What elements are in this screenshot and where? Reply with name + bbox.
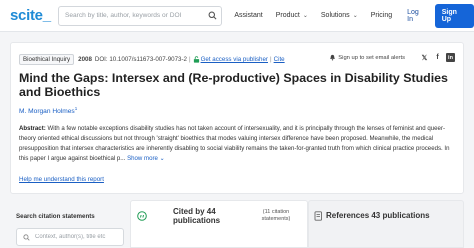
quote-icon (137, 211, 147, 221)
author-affiliation-marker: 1 (74, 106, 78, 111)
nav-pricing[interactable]: Pricing (371, 12, 392, 19)
twitter-icon[interactable]: 𝕏 (420, 53, 429, 62)
abstract-text: With a few notable exceptions disability… (19, 125, 450, 162)
paper-card: Bioethical Inquiry 2008 DOI: 10.1007/s11… (10, 42, 464, 194)
nav-solutions-label: Solutions (320, 12, 350, 19)
show-more-link[interactable]: Show more ⌄ (127, 155, 165, 162)
search-icon (23, 234, 30, 241)
unlock-icon (193, 56, 199, 63)
scite-logo[interactable]: scite_ (10, 7, 54, 24)
divider: | (270, 56, 272, 63)
bell-icon (330, 54, 336, 61)
citation-search-box[interactable] (16, 228, 124, 246)
nav-assistant[interactable]: Assistant (234, 12, 262, 19)
paper-title: Mind the Gaps: Intersex and (Re-producti… (19, 71, 448, 99)
cited-by-count: Cited by 44 publications (173, 207, 221, 225)
search-input[interactable] (58, 12, 204, 19)
nav-assistant-label: Assistant (234, 12, 263, 19)
facebook-icon[interactable]: f (433, 53, 442, 62)
chevron-down-icon: ⌄ (159, 155, 165, 162)
publication-year: 2008 (78, 56, 92, 63)
author-name: M. Morgan Holmes (19, 108, 75, 116)
main-nav: Assistant Product ⌄ Solutions ⌄ Pricing (234, 12, 405, 19)
citation-search-input[interactable] (17, 234, 123, 240)
journal-badge[interactable]: Bioethical Inquiry (19, 54, 75, 65)
signup-button[interactable]: Sign Up (434, 3, 474, 28)
nav-product[interactable]: Product ⌄ (276, 12, 308, 19)
search-box[interactable] (57, 5, 223, 26)
doi-text: DOI: 10.1007/s11673-007-9073-2 (94, 56, 187, 63)
tab-references[interactable]: References 43 publications (308, 200, 464, 248)
chevron-down-icon: ⌄ (302, 13, 308, 19)
abstract: Abstract: With a few notable exceptions … (19, 124, 457, 164)
citation-statements-count: (11 citation statements) (261, 209, 291, 222)
help-understand-link[interactable]: Help me understand this report (19, 176, 104, 183)
abstract-label: Abstract: (19, 125, 46, 132)
citation-search-title: Search citation statements (16, 213, 95, 220)
citation-search-panel: Search citation statements (10, 204, 128, 248)
nav-solutions[interactable]: Solutions ⌄ (321, 12, 358, 19)
nav-pricing-label: Pricing (370, 12, 393, 19)
tab-cited-by[interactable]: Cited by 44 publications (11 citation st… (130, 200, 308, 248)
email-alerts-button[interactable]: Sign up to set email alerts (329, 54, 405, 61)
get-access-link[interactable]: Get access via publisher (201, 56, 268, 63)
search-button[interactable] (203, 7, 221, 25)
search-icon (208, 11, 217, 20)
divider: | (188, 56, 191, 63)
share-buttons: 𝕏 f in (420, 53, 455, 62)
login-link[interactable]: Log In (407, 9, 426, 23)
cite-link[interactable]: Cite (274, 56, 285, 63)
author-link[interactable]: M. Morgan Holmes1 (19, 106, 77, 115)
references-count: References 43 publications (326, 211, 430, 220)
linkedin-icon[interactable]: in (446, 53, 455, 62)
email-alerts-label: Sign up to set email alerts (338, 54, 405, 61)
document-icon (314, 211, 322, 221)
show-more-label: Show more (127, 155, 158, 162)
paper-meta: Bioethical Inquiry 2008 DOI: 10.1007/s11… (19, 54, 285, 65)
top-navbar: scite_ Assistant Product⌄ Solutions⌄ Pri… (0, 0, 474, 32)
chevron-down-icon: ⌄ (352, 13, 358, 19)
nav-product-label: Product (275, 12, 300, 19)
